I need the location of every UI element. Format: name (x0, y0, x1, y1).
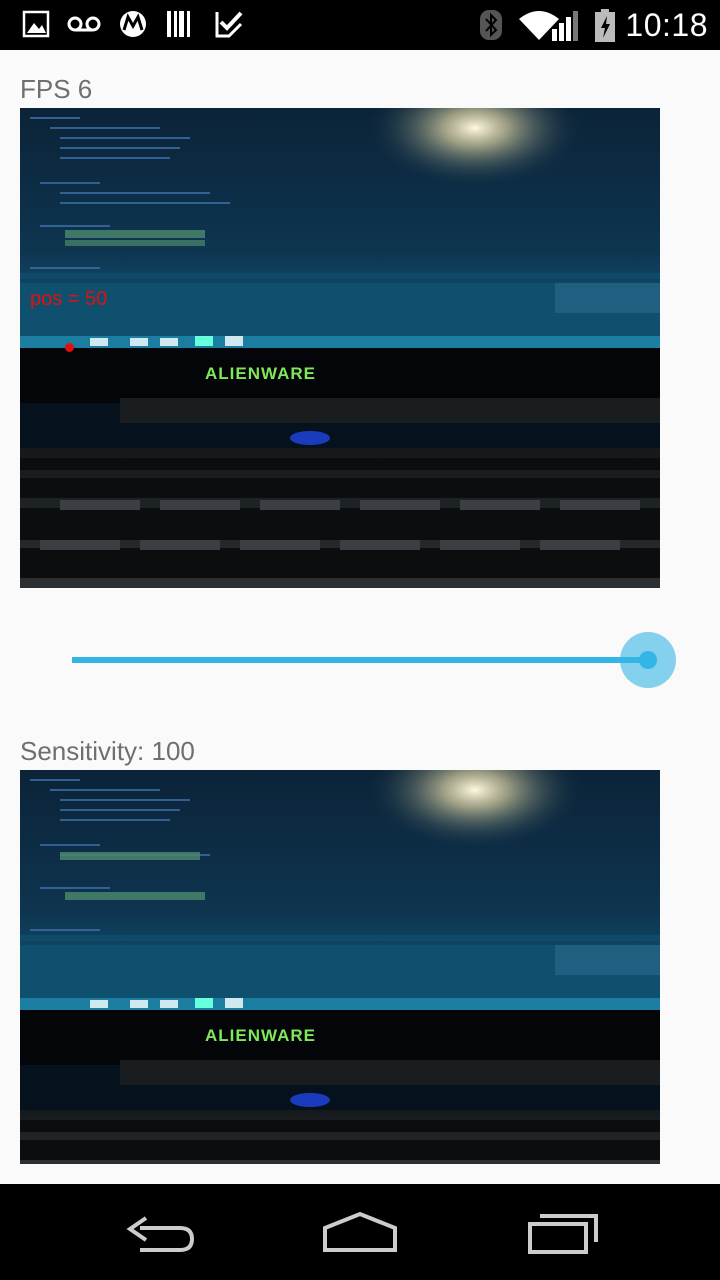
camera-preview-raw: ALIENWARE (20, 770, 660, 1164)
signal-icon (552, 11, 578, 41)
battery-icon (595, 9, 615, 42)
tracking-dot (65, 343, 74, 352)
recents-icon[interactable] (512, 1202, 612, 1262)
alienware-logo-text: ALIENWARE (205, 1026, 316, 1045)
voicemail-icon (67, 16, 101, 32)
clock: 10:18 (625, 7, 708, 43)
seekbar-track[interactable] (72, 657, 648, 663)
home-icon[interactable] (310, 1202, 410, 1262)
barcode-icon (167, 11, 190, 37)
bluetooth-icon (480, 10, 502, 40)
seekbar-thumb[interactable] (639, 651, 657, 669)
fps-label: FPS 6 (20, 74, 93, 104)
alienware-logo-text: ALIENWARE (205, 364, 316, 383)
sensitivity-label: Sensitivity: 100 (20, 736, 195, 766)
sensitivity-seekbar[interactable] (72, 630, 692, 690)
checkbox-icon (215, 11, 243, 38)
motorola-icon (120, 11, 146, 37)
status-bar: 10:18 (0, 0, 720, 50)
image-icon (22, 10, 50, 38)
pos-overlay-text: pos = 50 (30, 288, 108, 310)
camera-preview-processed: ALIENWARE (20, 108, 660, 588)
back-icon[interactable] (110, 1202, 210, 1262)
navigation-bar (0, 1184, 720, 1280)
